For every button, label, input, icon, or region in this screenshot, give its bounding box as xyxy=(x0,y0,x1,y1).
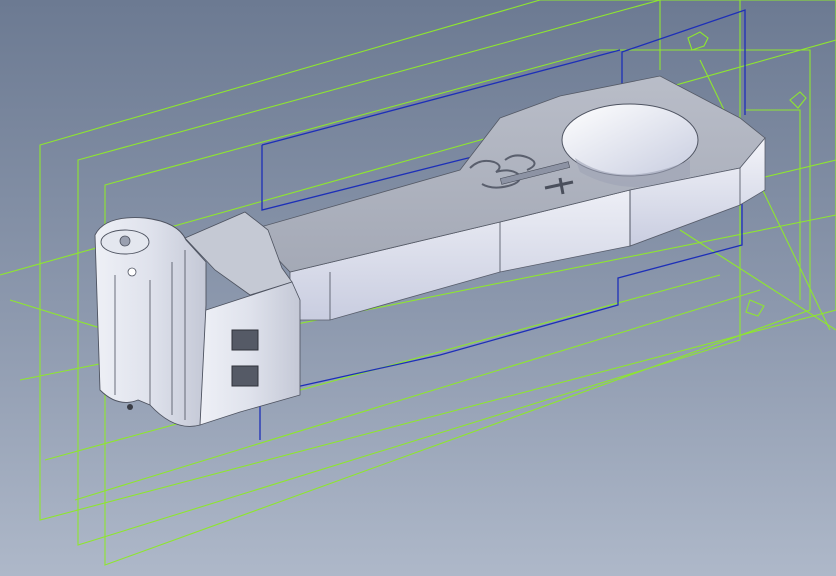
cap-block-side[interactable] xyxy=(199,281,301,426)
small-end-bottom-nub xyxy=(127,404,133,410)
cad-3d-viewport[interactable] xyxy=(0,0,836,576)
datum-tag-icon xyxy=(745,299,765,317)
cap-window-lower xyxy=(231,365,259,387)
small-end-pin-hole xyxy=(119,235,131,247)
model-view[interactable] xyxy=(0,0,836,576)
oil-hole xyxy=(127,267,137,277)
datum-tag-icon xyxy=(687,31,709,51)
datum-tag-icon xyxy=(789,91,807,109)
connecting-rod-part[interactable] xyxy=(94,75,766,427)
cap-window-upper xyxy=(231,329,259,351)
